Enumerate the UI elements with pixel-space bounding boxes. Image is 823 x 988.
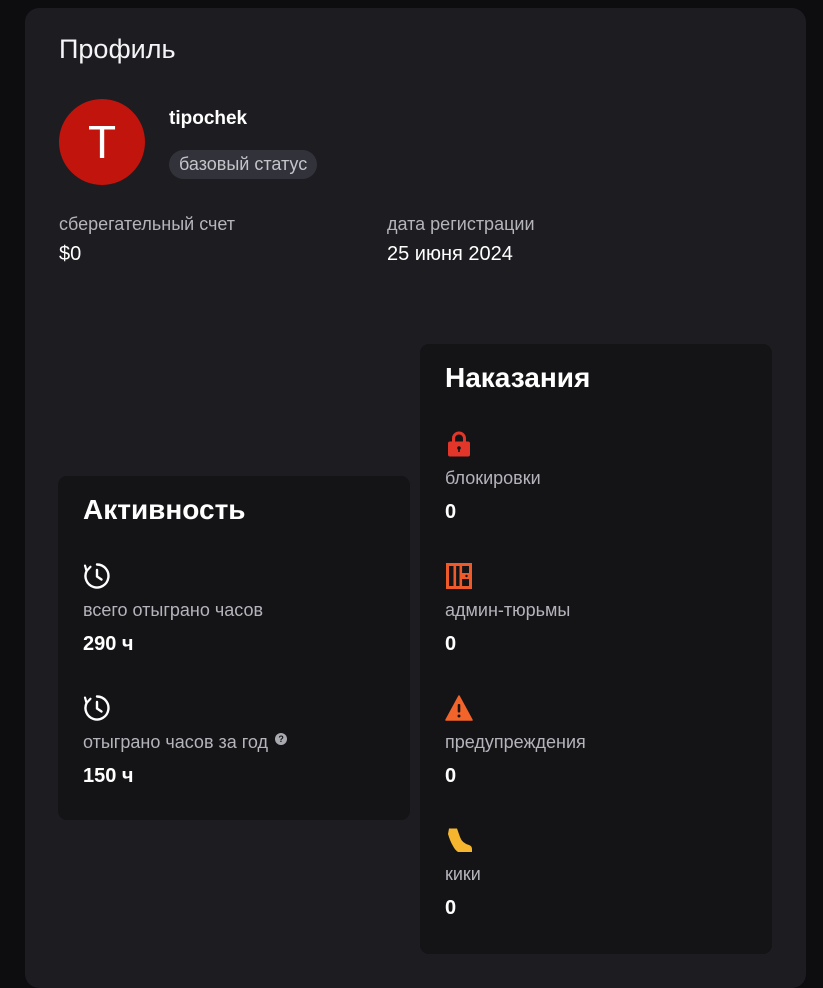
- savings-value: $0: [59, 243, 82, 265]
- activity-title: Активность: [83, 494, 246, 525]
- avatar: T: [59, 99, 145, 185]
- kicks-label: кики: [445, 864, 481, 884]
- registration-label: дата регистрации: [387, 214, 535, 234]
- warnings-label: предупреждения: [445, 732, 586, 752]
- kicks-value: 0: [445, 897, 457, 919]
- username: tipochek: [169, 108, 248, 129]
- year-hours-value: 150 ч: [83, 765, 134, 787]
- avatar-letter: T: [87, 116, 117, 168]
- punishments-title: Наказания: [445, 362, 591, 393]
- warnings-value: 0: [445, 765, 457, 787]
- year-hours-label: отыграно часов за год?: [83, 732, 288, 753]
- activity-card: Активность всего отыграно часов 290 ч от…: [58, 476, 410, 820]
- total-hours-value: 290 ч: [83, 633, 134, 655]
- registration-value: 25 июня 2024: [387, 243, 513, 265]
- status-badge-label: базовый статус: [179, 154, 308, 174]
- help-icon[interactable]: ?: [275, 733, 288, 745]
- punishments-card: Наказания блокировки 0 админ-тюрьмы 0 пр…: [420, 344, 772, 954]
- boot-icon: [445, 826, 473, 859]
- status-badge: базовый статус: [169, 150, 318, 179]
- lock-icon: [445, 430, 473, 463]
- total-hours-label: всего отыграно часов: [83, 600, 264, 620]
- savings-label: сберегательный счет: [59, 214, 236, 234]
- clock-icon: [83, 694, 111, 727]
- bans-value: 0: [445, 501, 457, 523]
- bans-label: блокировки: [445, 468, 541, 488]
- year-hours-label-text: отыграно часов за год: [83, 732, 269, 752]
- clock-icon: [83, 562, 111, 595]
- admin-jails-value: 0: [445, 633, 457, 655]
- warning-icon: [445, 694, 473, 727]
- admin-jails-label: админ-тюрьмы: [445, 600, 571, 620]
- page-title: Профиль: [59, 34, 176, 64]
- jail-icon: [445, 562, 473, 595]
- profile-panel: Профиль T tipochek базовый статус сберег…: [25, 8, 806, 988]
